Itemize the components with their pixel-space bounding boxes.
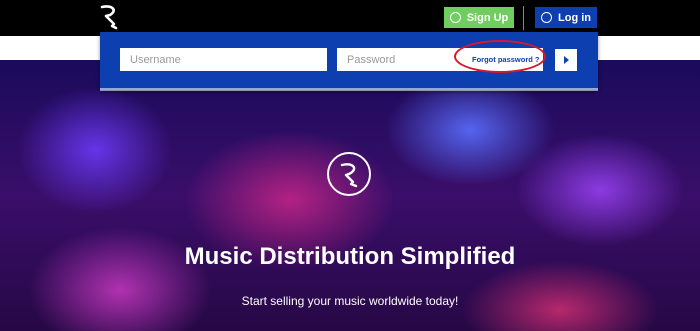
header-divider (523, 6, 524, 30)
log-in-label: Log in (558, 11, 591, 24)
compass-icon (541, 12, 552, 23)
hero-banner: Music Distribution Simplified Start sell… (0, 60, 700, 331)
r-logo-icon[interactable] (98, 4, 122, 30)
login-dropdown-panel: Forgot password ? (100, 32, 598, 90)
hero-subtitle: Start selling your music worldwide today… (241, 294, 459, 308)
log-in-button[interactable]: Log in (535, 7, 597, 28)
user-circle-icon (449, 12, 461, 23)
r-logo-circle-icon (327, 152, 371, 196)
login-submit-button[interactable] (555, 49, 577, 71)
highlight-oval (454, 40, 546, 73)
sign-up-label: Sign Up (466, 11, 509, 24)
hero-title: Music Distribution Simplified (184, 243, 516, 270)
play-arrow-icon (563, 56, 569, 64)
panel-bottom-border (100, 88, 598, 91)
username-input[interactable] (120, 48, 327, 71)
sign-up-button[interactable]: Sign Up (444, 7, 514, 28)
